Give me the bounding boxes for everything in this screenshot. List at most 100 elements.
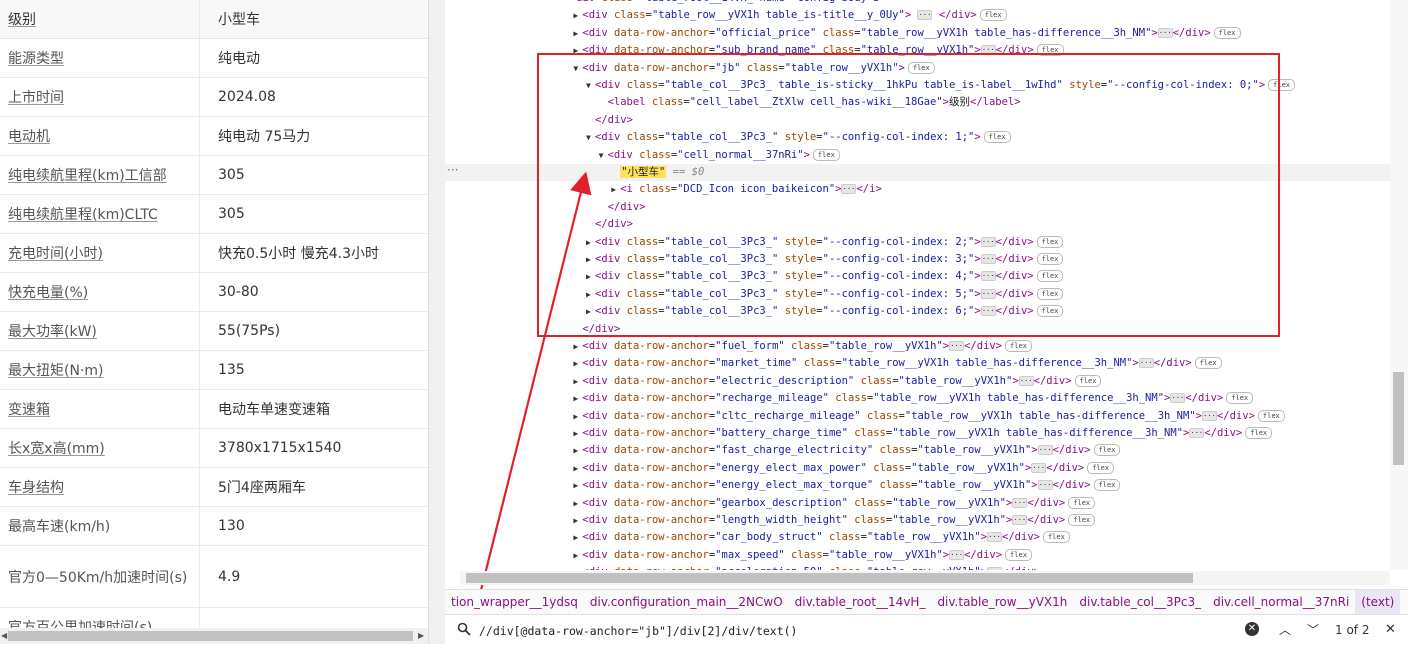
spec-label-text[interactable]: 上市时间 — [8, 87, 64, 107]
spec-label-text[interactable]: 级别 — [8, 9, 36, 29]
more-options-icon[interactable]: ··· — [447, 163, 458, 177]
dom-node-markup: <div data-row-anchor="gearbox_descriptio… — [582, 496, 1096, 509]
dom-node[interactable]: </div> — [445, 199, 1390, 216]
dom-node[interactable]: ▶ <div class="table_col__3Pc3_" style="--… — [445, 286, 1390, 303]
dom-node[interactable]: </div> — [445, 112, 1390, 129]
spec-label-text[interactable]: 变速箱 — [8, 399, 50, 419]
spec-label-text[interactable]: 最大扭矩(N·m) — [8, 360, 103, 380]
dom-node[interactable]: ▶ <div data-row-anchor="official_price" c… — [445, 25, 1390, 42]
breadcrumb-item[interactable]: div.table_col__3Pc3_ — [1073, 590, 1207, 614]
spec-label[interactable]: 纯电续航里程(km)工信部 — [0, 156, 200, 194]
breadcrumb-item[interactable]: div.table_root__14vH_ — [789, 590, 932, 614]
dom-node[interactable]: ▶ <i class="DCD_Icon icon_baikeicon">···<… — [445, 181, 1390, 198]
collapse-triangle-icon[interactable]: ▼ — [586, 77, 595, 94]
dom-node[interactable]: ▶ <div data-row-anchor="length_width_heig… — [445, 512, 1390, 529]
dom-node[interactable]: ▶ <div data-row-anchor="electric_descript… — [445, 373, 1390, 390]
left-horizontal-scrollbar[interactable]: ◀ ▶ — [0, 628, 428, 644]
expand-triangle-icon[interactable]: ▶ — [586, 268, 595, 285]
dom-node[interactable]: ▼ <div class="cell_normal__37nRi"> flex — [445, 147, 1390, 164]
collapse-triangle-icon[interactable]: ▼ — [586, 129, 595, 146]
breadcrumb-item[interactable]: (text) — [1355, 590, 1401, 614]
scroll-right-arrow-icon[interactable]: ▶ — [418, 631, 424, 640]
spec-label[interactable]: 级别 — [0, 0, 200, 38]
next-match-icon[interactable]: ﹀ — [1303, 619, 1323, 641]
spec-label-text[interactable]: 电动机 — [8, 126, 50, 146]
scrollbar-thumb[interactable] — [1393, 372, 1404, 465]
spec-label-text[interactable]: 最大功率(kW) — [8, 321, 97, 341]
spec-label[interactable]: 纯电续航里程(km)CLTC — [0, 195, 200, 233]
collapse-triangle-icon[interactable]: ▼ — [599, 147, 608, 164]
spec-value: 纯电动 75马力 — [218, 129, 311, 145]
dom-node[interactable]: ▶ <div class="table_col__3Pc3_" style="--… — [445, 251, 1390, 268]
spec-value: 5门4座两厢车 — [218, 480, 306, 496]
dom-node-markup: <label class="cell_label__ZtXlw cell_has… — [607, 96, 1021, 109]
dom-node[interactable]: ▶ <div class="table_row__yVX1h table_is-t… — [445, 7, 1390, 24]
breadcrumb-item[interactable]: tion_wrapper__1ydsq — [445, 590, 584, 614]
spec-label-text[interactable]: 充电时间(小时) — [8, 243, 103, 263]
close-search-icon[interactable]: ✕ — [1385, 619, 1396, 641]
spec-label[interactable]: 长x宽x高(mm) — [0, 429, 200, 467]
spec-label[interactable]: 最大功率(kW) — [0, 312, 200, 350]
spec-label-text[interactable]: 纯电续航里程(km)CLTC — [8, 204, 158, 224]
dom-node[interactable]: ▶ <div data-row-anchor="fast_charge_elect… — [445, 442, 1390, 459]
previous-match-icon[interactable]: ︿ — [1275, 619, 1295, 641]
dom-node[interactable]: </div> — [445, 321, 1390, 338]
spec-value: 305 — [218, 167, 245, 183]
search-input[interactable] — [477, 619, 1241, 643]
expand-triangle-icon[interactable]: ▶ — [586, 286, 595, 303]
spec-label-text[interactable]: 车身结构 — [8, 477, 64, 497]
dom-tree: <div class="table_root__14vH_ name--conf… — [445, 0, 1390, 570]
spec-label[interactable]: 变速箱 — [0, 390, 200, 428]
spec-label-text[interactable]: 能源类型 — [8, 48, 64, 68]
dom-node[interactable]: ▼ <div class="table_col__3Pc3_ table_is-s… — [445, 77, 1390, 94]
expand-triangle-icon[interactable]: ▶ — [586, 251, 595, 268]
breadcrumb-item[interactable]: div.table_row__yVX1h — [931, 590, 1073, 614]
dom-node[interactable]: ▶ <div data-row-anchor="energy_elect_max_… — [445, 477, 1390, 494]
scrollbar-thumb[interactable] — [8, 631, 413, 641]
dom-node[interactable]: ▼ <div class="table_col__3Pc3_" style="--… — [445, 129, 1390, 146]
spec-label[interactable]: 快充电量(%) — [0, 273, 200, 311]
expand-triangle-icon[interactable]: ▶ — [611, 181, 620, 198]
dom-node[interactable]: ▶ <div data-row-anchor="cltc_recharge_mil… — [445, 408, 1390, 425]
dom-node[interactable]: ▶ <div class="table_col__3Pc3_" style="--… — [445, 268, 1390, 285]
dom-node[interactable]: ▶ <div data-row-anchor="energy_elect_max_… — [445, 460, 1390, 477]
breadcrumb-item[interactable]: div.configuration_main__2NCwO — [584, 590, 789, 614]
dom-node[interactable]: ▶ <div class="table_col__3Pc3_" style="--… — [445, 303, 1390, 320]
spec-label-text[interactable]: 快充电量(%) — [8, 282, 88, 302]
spec-label[interactable]: 充电时间(小时) — [0, 234, 200, 272]
dom-node-markup: <div data-row-anchor="energy_elect_max_p… — [582, 461, 1115, 474]
expand-triangle-icon[interactable]: ▶ — [586, 303, 595, 320]
scrollbar-thumb[interactable] — [466, 573, 1193, 583]
spec-label-text[interactable]: 纯电续航里程(km)工信部 — [8, 165, 167, 185]
dom-node[interactable]: ▶ <div data-row-anchor="market_time" clas… — [445, 355, 1390, 372]
spec-label[interactable]: 最大扭矩(N·m) — [0, 351, 200, 389]
clear-search-icon[interactable]: ✕ — [1245, 622, 1259, 636]
dom-node[interactable]: ▶ <div data-row-anchor="gearbox_descripti… — [445, 495, 1390, 512]
spec-label-text[interactable]: 长x宽x高(mm) — [8, 438, 105, 458]
dom-node[interactable]: ▶ <div data-row-anchor="car_body_struct" … — [445, 529, 1390, 546]
vertical-scrollbar[interactable] — [1390, 0, 1408, 570]
dom-node[interactable]: <label class="cell_label__ZtXlw cell_has… — [445, 94, 1390, 111]
spec-label[interactable]: 车身结构 — [0, 468, 200, 506]
breadcrumb-item[interactable]: div.cell_normal__37nRi — [1207, 590, 1355, 614]
spec-label[interactable]: 电动机 — [0, 117, 200, 155]
dom-node[interactable]: ▶ <div data-row-anchor="sub_brand_name" c… — [445, 42, 1390, 59]
dom-node-markup: <div class="table_row__yVX1h table_is-ti… — [582, 9, 1007, 22]
spec-label[interactable]: 上市时间 — [0, 78, 200, 116]
dom-node[interactable]: ▶ <div data-row-anchor="max_speed" class=… — [445, 547, 1390, 564]
dom-node-markup: <div data-row-anchor="energy_elect_max_t… — [582, 479, 1121, 492]
panel-divider[interactable] — [428, 0, 445, 644]
dom-node[interactable]: </div> — [445, 216, 1390, 233]
horizontal-scrollbar[interactable] — [460, 571, 1390, 585]
dom-node[interactable]: ▶ <div data-row-anchor="fuel_form" class=… — [445, 338, 1390, 355]
dom-node[interactable]: ▶<div data-row-anchor="acceleration_50" … — [445, 564, 1390, 570]
dom-node[interactable]: ▶ <div data-row-anchor="recharge_mileage"… — [445, 390, 1390, 407]
dom-node-selected[interactable]: "小型车" == $0 — [445, 164, 1390, 181]
dom-node[interactable]: ▶ <div class="table_col__3Pc3_" style="--… — [445, 234, 1390, 251]
dom-node[interactable]: <div class="table_root__14vH_ name--conf… — [445, 0, 1390, 7]
scroll-left-arrow-icon[interactable]: ◀ — [1, 631, 7, 640]
expand-triangle-icon[interactable]: ▶ — [586, 234, 595, 251]
dom-node[interactable]: ▶ <div data-row-anchor="battery_charge_ti… — [445, 425, 1390, 442]
dom-node[interactable]: ▼ <div data-row-anchor="jb" class="table_… — [445, 60, 1390, 77]
spec-label[interactable]: 能源类型 — [0, 39, 200, 77]
